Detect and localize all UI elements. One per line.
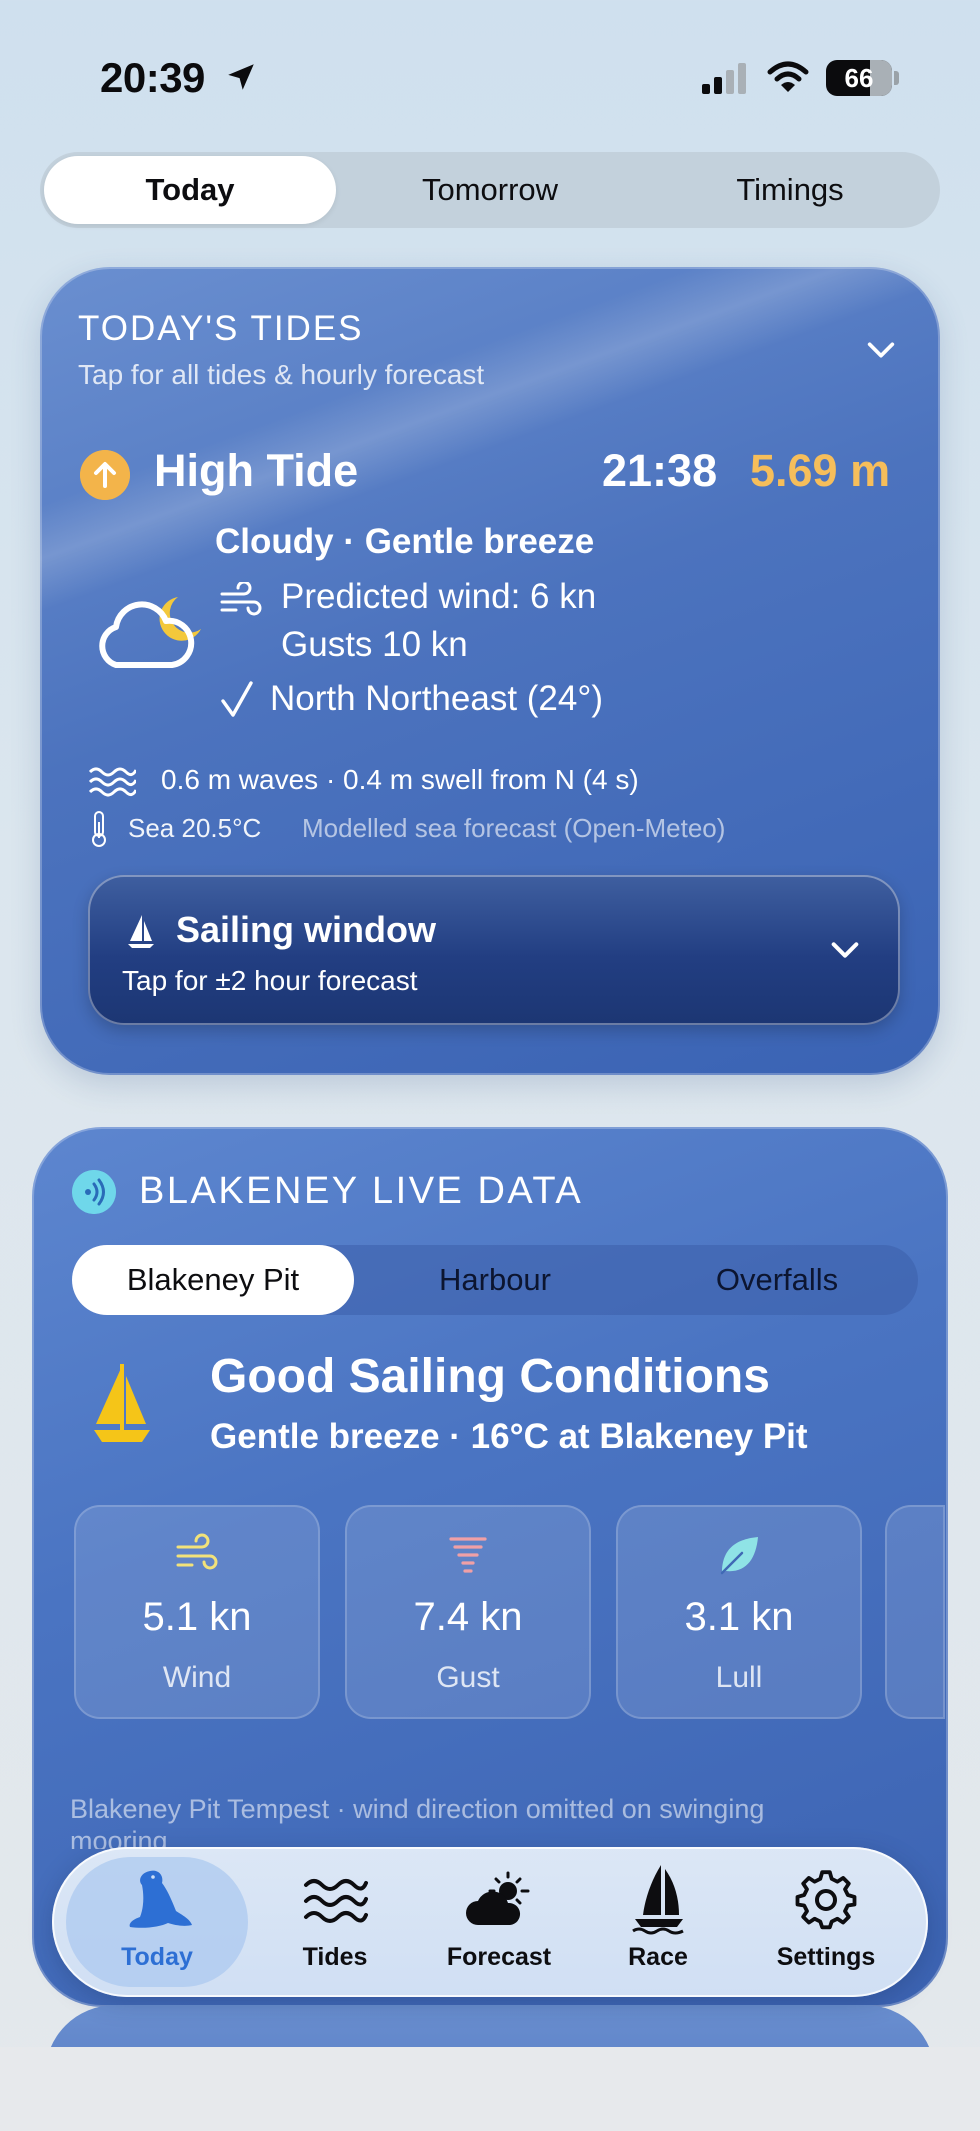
battery-indicator: 66 [826, 60, 892, 96]
conditions-subtitle: Gentle breeze · 16°C at Blakeney Pit [210, 1417, 808, 1456]
cellular-signal-icon [702, 63, 746, 94]
wind-direction: North Northeast (24°) [270, 679, 604, 718]
status-time: 20:39 [100, 54, 205, 101]
gust-value: 7.4 kn [413, 1595, 523, 1639]
chevron-down-icon[interactable] [864, 333, 898, 367]
tide-height: 5.69 m [750, 445, 891, 496]
wifi-icon [767, 61, 809, 92]
live-data-footer: Blakeney Pit Tempest · wind direction om… [70, 1794, 765, 1849]
high-tide-arrow-icon [80, 450, 130, 500]
wind-tile[interactable]: 5.1 kn Wind [74, 1505, 320, 1719]
tide-label: High Tide [154, 445, 359, 496]
lull-tile[interactable]: 3.1 kn Lull [616, 1505, 862, 1719]
bottom-background [0, 2047, 980, 2131]
wind-direction-arrow-icon [221, 681, 253, 717]
todays-tides-card[interactable]: TODAY'S TIDES Tap for all tides & hourly… [40, 267, 940, 1075]
bottom-tab-bar: Today Tides Forecast Race Settings [52, 1847, 928, 1997]
cloud-moon-icon [99, 597, 201, 668]
conditions-text: Cloudy · Gentle breeze [215, 522, 595, 561]
wind-icon [220, 582, 262, 616]
tab-harbour[interactable]: Harbour [354, 1245, 636, 1315]
cloud-sun-icon [466, 1871, 530, 1925]
seal-icon [129, 1870, 192, 1928]
tabbar-item-settings[interactable]: Settings [752, 1857, 900, 1987]
predicted-wind: Predicted wind: 6 kn [281, 577, 597, 616]
tides-title: TODAY'S TIDES [78, 309, 364, 348]
wind-icon [176, 1533, 218, 1570]
tornado-icon [449, 1537, 487, 1573]
day-segmented-control: Today Tomorrow Timings [40, 152, 940, 228]
tab-today[interactable]: Today [44, 156, 336, 224]
conditions-title: Good Sailing Conditions [210, 1350, 770, 1403]
sea-temperature: Sea 20.5°C [128, 813, 262, 843]
thermometer-icon [92, 811, 106, 847]
battery-cap [894, 71, 899, 85]
tabbar-item-tides[interactable]: Tides [270, 1857, 400, 1987]
location-segmented-control: Blakeney Pit Harbour Overfalls [72, 1245, 918, 1315]
forecast-source: Modelled sea forecast (Open-Meteo) [302, 813, 726, 843]
gust-tile[interactable]: 7.4 kn Gust [345, 1505, 591, 1719]
tab-blakeney-pit[interactable]: Blakeney Pit [72, 1245, 354, 1315]
tabbar-item-today[interactable]: Today [66, 1857, 248, 1987]
live-data-title: BLAKENEY LIVE DATA [139, 1170, 584, 1212]
sailboat-icon [128, 915, 154, 948]
sailboat-icon [632, 1865, 684, 1935]
tabbar-item-forecast[interactable]: Forecast [414, 1857, 584, 1987]
tab-label: Tides [302, 1943, 368, 1971]
tab-tomorrow[interactable]: Tomorrow [344, 156, 636, 224]
sailing-window-subtitle: Tap for ±2 hour forecast [122, 965, 418, 996]
waves-icon [304, 1879, 368, 1923]
tab-label: Settings [776, 1943, 876, 1971]
wind-value: 5.1 kn [142, 1595, 252, 1639]
tab-label: Forecast [446, 1943, 552, 1971]
live-signal-icon [72, 1170, 116, 1214]
tab-overfalls[interactable]: Overfalls [636, 1245, 918, 1315]
predicted-gusts: Gusts 10 kn [281, 625, 468, 664]
tab-label: Today [121, 1943, 193, 1971]
battery-level: 66 [844, 63, 874, 93]
location-arrow-icon [228, 64, 254, 90]
waves-icon [88, 767, 136, 797]
gust-label: Gust [436, 1661, 500, 1694]
tab-label: Race [628, 1943, 688, 1971]
tide-time: 21:38 [602, 445, 718, 496]
tabbar-item-race[interactable]: Race [600, 1857, 716, 1987]
tab-timings[interactable]: Timings [644, 156, 936, 224]
next-tile-peek[interactable] [885, 1505, 945, 1719]
leaf-icon [720, 1537, 758, 1575]
sailing-window-button[interactable]: Sailing window Tap for ±2 hour forecast [88, 875, 900, 1025]
sailing-window-title: Sailing window [176, 909, 436, 950]
status-bar: 20:39 66 [0, 0, 980, 150]
yellow-sailboat-icon [94, 1364, 150, 1442]
tides-subtitle: Tap for all tides & hourly forecast [78, 359, 485, 390]
lull-label: Lull [715, 1661, 763, 1694]
chevron-down-icon [831, 942, 859, 958]
wind-label: Wind [162, 1661, 232, 1694]
lull-value: 3.1 kn [684, 1595, 794, 1639]
gear-icon [795, 1870, 857, 1930]
waves-text: 0.6 m waves · 0.4 m swell from N (4 s) [161, 764, 639, 795]
